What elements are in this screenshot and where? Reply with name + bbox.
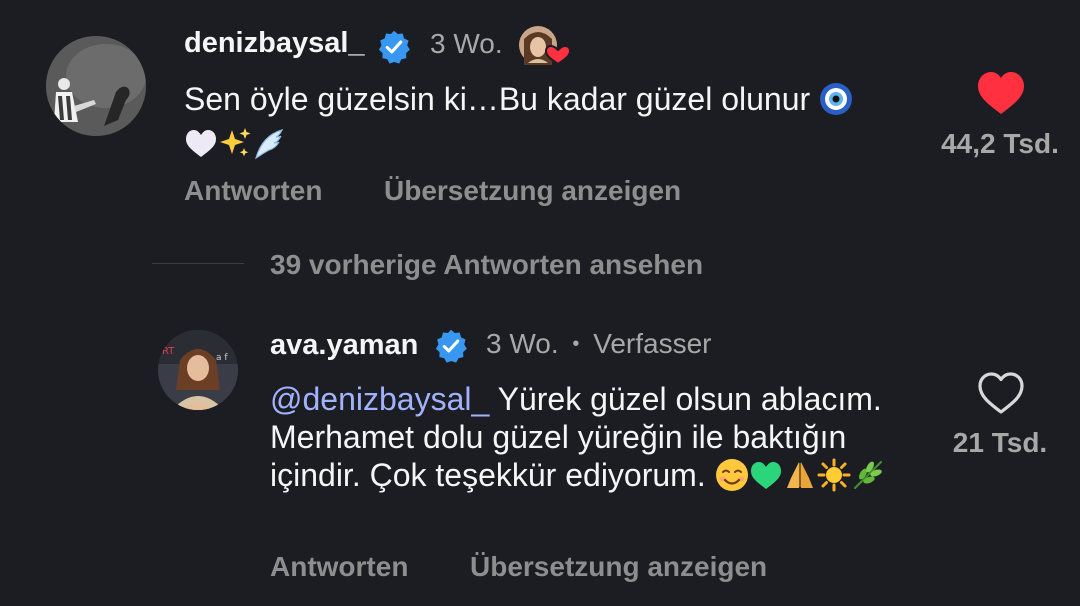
comment-body: Sen öyle güzelsin ki…Bu kadar güzel olun… bbox=[184, 81, 811, 117]
view-previous-replies-button[interactable]: 39 vorherige Antworten ansehen bbox=[270, 249, 703, 281]
like-heart-outline-icon[interactable] bbox=[976, 370, 1026, 416]
author-label: Verfasser bbox=[593, 328, 712, 359]
verified-badge-icon bbox=[376, 29, 412, 65]
avatar[interactable]: RT a f bbox=[158, 330, 238, 410]
sparkles-emoji bbox=[218, 126, 252, 168]
svg-text:a f: a f bbox=[216, 353, 228, 363]
reply-button[interactable]: Antworten bbox=[270, 551, 408, 583]
verified-badge-icon bbox=[433, 328, 469, 364]
sun-emoji bbox=[817, 458, 851, 500]
smiling-face-emoji bbox=[715, 458, 749, 500]
comment-text: Sen öyle güzelsin ki…Bu kadar güzel olun… bbox=[184, 80, 944, 168]
wing-emoji bbox=[252, 126, 286, 168]
creator-liked-icon bbox=[518, 25, 572, 67]
reply-button[interactable]: Antworten bbox=[184, 175, 322, 207]
replies-divider bbox=[152, 263, 244, 264]
comment-timestamp: 3 Wo. bbox=[486, 328, 559, 359]
herb-emoji bbox=[851, 458, 885, 500]
like-heart-icon[interactable] bbox=[976, 70, 1026, 116]
avatar-photo bbox=[46, 36, 146, 136]
folded-hands-emoji bbox=[783, 458, 817, 500]
comment-text: @denizbaysal_ Yürek güzel olsun ablacım.… bbox=[270, 380, 910, 500]
show-translation-button[interactable]: Übersetzung anzeigen bbox=[384, 175, 681, 207]
comment-username[interactable]: ava.yaman bbox=[270, 329, 418, 362]
svg-text:RT: RT bbox=[162, 346, 175, 357]
white-heart-emoji bbox=[184, 126, 218, 168]
meta-separator: • bbox=[572, 333, 580, 355]
like-count: 44,2 Tsd. bbox=[941, 128, 1059, 159]
comment-timestamp: 3 Wo. bbox=[430, 28, 503, 59]
comment-meta: 3 Wo. • Verfasser bbox=[486, 328, 711, 360]
comment-username[interactable]: denizbaysal_ bbox=[184, 27, 365, 60]
nazar-amulet-emoji bbox=[819, 82, 853, 124]
avatar[interactable] bbox=[46, 36, 146, 136]
green-heart-emoji bbox=[749, 458, 783, 500]
show-translation-button[interactable]: Übersetzung anzeigen bbox=[470, 551, 767, 583]
user-mention-link[interactable]: @denizbaysal_ bbox=[270, 381, 489, 417]
avatar-photo: RT a f bbox=[158, 330, 238, 410]
like-count: 21 Tsd. bbox=[952, 427, 1048, 458]
